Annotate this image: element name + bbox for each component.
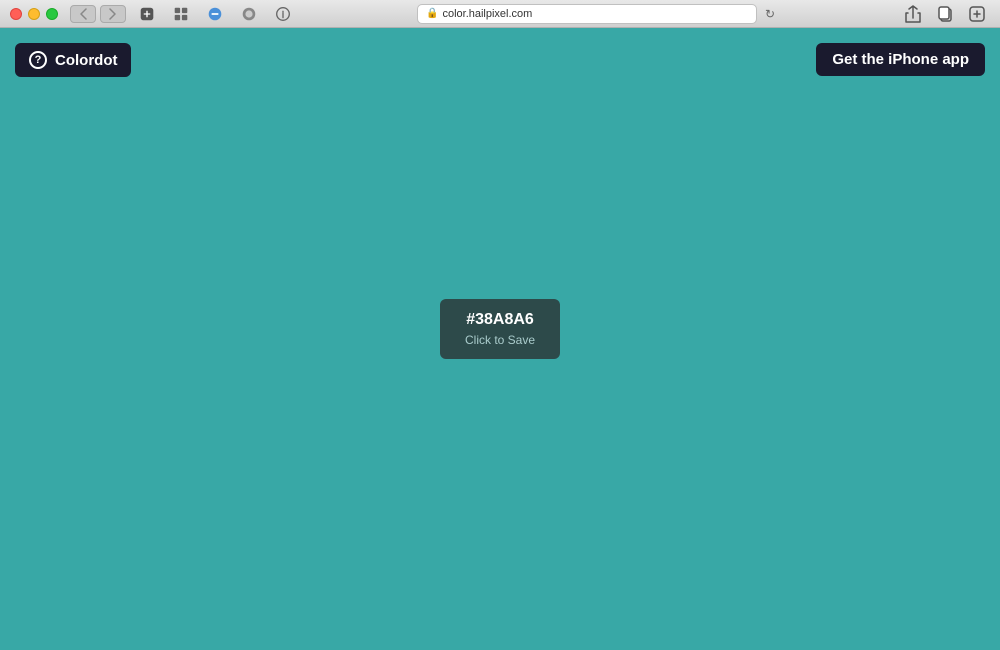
back-button[interactable]: [70, 5, 96, 23]
maximize-button[interactable]: [46, 8, 58, 20]
colordot-logo[interactable]: ? Colordot: [15, 43, 131, 77]
address-bar[interactable]: 🔒 color.hailpixel.com: [417, 4, 757, 24]
duplicate-button[interactable]: [932, 1, 958, 27]
toolbar-icons: [134, 1, 296, 27]
dash-icon[interactable]: [202, 1, 228, 27]
color-save-label: Click to Save: [456, 333, 544, 347]
browser-content[interactable]: ? Colordot Get the iPhone app #38A8A6 Cl…: [0, 28, 1000, 650]
reload-button[interactable]: ↻: [761, 5, 779, 23]
add-tab-button[interactable]: [964, 1, 990, 27]
question-mark: ?: [35, 54, 42, 66]
iphone-app-button[interactable]: Get the iPhone app: [816, 43, 985, 76]
share-button[interactable]: [900, 1, 926, 27]
info-icon[interactable]: [270, 1, 296, 27]
lock-icon: 🔒: [426, 8, 438, 19]
minimize-button[interactable]: [28, 8, 40, 20]
dashcode-icon[interactable]: [134, 1, 160, 27]
color-tooltip[interactable]: #38A8A6 Click to Save: [440, 299, 560, 359]
right-toolbar: [900, 1, 990, 27]
iphone-app-label: Get the iPhone app: [832, 51, 969, 68]
question-icon: ?: [29, 51, 47, 69]
logo-text: Colordot: [55, 52, 117, 69]
nav-buttons: [70, 5, 126, 23]
grid-icon[interactable]: [168, 1, 194, 27]
title-bar: 🔒 color.hailpixel.com ↻: [0, 0, 1000, 28]
address-bar-container: 🔒 color.hailpixel.com ↻: [296, 4, 900, 24]
close-button[interactable]: [10, 8, 22, 20]
color-hex-value: #38A8A6: [456, 311, 544, 329]
traffic-lights: [10, 8, 58, 20]
url-text: color.hailpixel.com: [442, 8, 532, 20]
color-icon[interactable]: [236, 1, 262, 27]
forward-button[interactable]: [100, 5, 126, 23]
